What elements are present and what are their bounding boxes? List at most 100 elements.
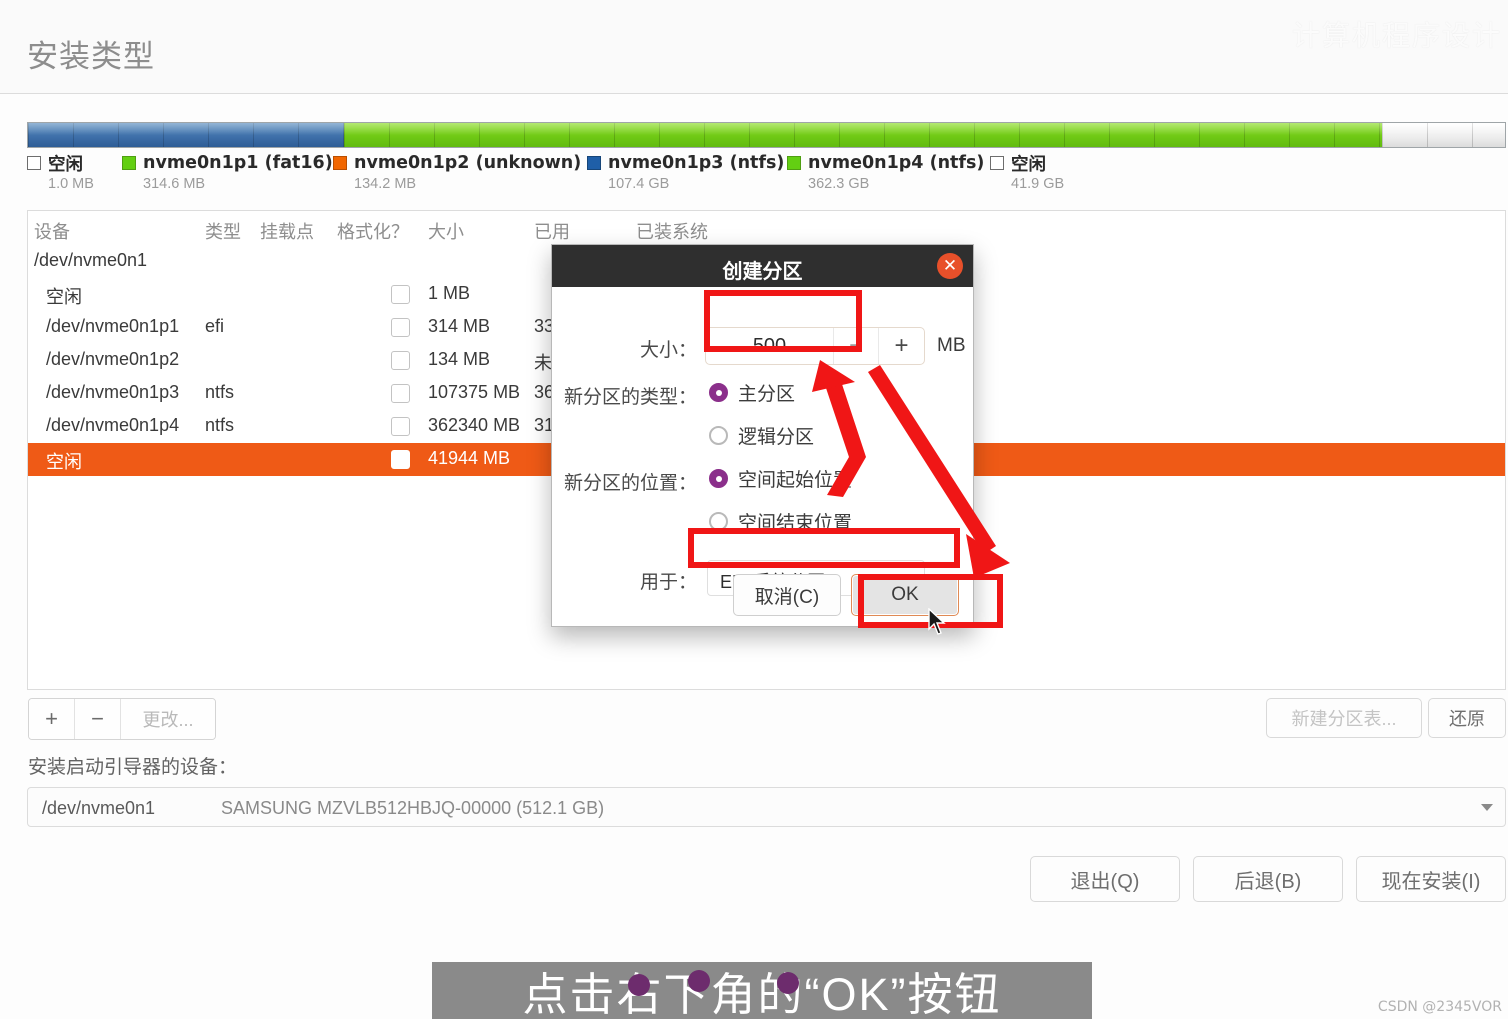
cell-size: 362340 MB [428,415,521,435]
remove-partition-button[interactable]: − [75,699,121,739]
column-header-mountpoint: 挂载点 [260,222,314,242]
cell-size: 1 MB [428,283,471,303]
installer-window: 安装类型 计算机程序设计 空闲 1.0 MB nvme0n1p1 (fat16)… [0,0,1508,1019]
caption-decor-dot [628,974,650,996]
format-checkbox[interactable] [391,450,410,469]
disk-legend: 空闲 1.0 MB nvme0n1p1 (fat16) 314.6 MB nvm… [27,153,1506,199]
quit-button[interactable]: 退出(Q) [1030,856,1180,902]
legend-size: 1.0 MB [48,176,94,192]
cell-type: ntfs [205,382,235,402]
legend-item-nvme0n1p4: nvme0n1p4 (ntfs) 362.3 GB [787,153,984,192]
format-checkbox[interactable] [391,351,410,370]
radio-label: 逻辑分区 [738,427,815,448]
annotation-box-size [704,290,862,352]
legend-swatch-blue-icon [587,156,601,170]
mouse-cursor-icon [928,608,946,635]
page-title: 安装类型 [27,39,155,74]
legend-label: nvme0n1p2 (unknown) [354,153,582,173]
legend-swatch-empty-icon [27,156,41,170]
cell-device: /dev/nvme0n1p2 [46,349,180,369]
caption-text: 点击右下角的“OK”按钮 [522,969,1002,1019]
caption-decor-dot [777,972,799,994]
chevron-down-icon [1481,804,1493,811]
segment-ticks [1382,123,1505,147]
footer-actions: 退出(Q) 后退(B) 现在安装(I) [1030,856,1506,902]
legend-label: nvme0n1p3 (ntfs) [608,153,785,173]
close-icon[interactable]: ✕ [937,253,963,279]
dialog-title-bar: 创建分区 ✕ [552,245,973,287]
cell-device: /dev/nvme0n1p4 [46,415,180,435]
legend-label: nvme0n1p4 (ntfs) [808,153,985,173]
radio-off-icon [709,426,728,445]
install-now-button[interactable]: 现在安装(I) [1356,856,1506,902]
size-field-label: 大小： [639,340,697,361]
restore-button[interactable]: 还原 [1428,698,1506,738]
annotation-box-use-as [688,528,960,568]
cell-size: 41944 MB [428,448,511,468]
watermark-bottom: CSDN @2345VOR [1377,999,1502,1015]
format-checkbox[interactable] [391,417,410,436]
radio-on-icon [709,469,728,488]
new-partition-table-button[interactable]: 新建分区表... [1266,698,1422,738]
legend-item-nvme0n1p3: nvme0n1p3 (ntfs) 107.4 GB [587,153,784,192]
column-header-size: 大小 [428,222,464,242]
size-unit-label: MB [937,335,966,356]
format-checkbox[interactable] [391,318,410,337]
cell-device: /dev/nvme0n1p3 [46,382,180,402]
caption-decor-dot [688,970,710,992]
partition-type-label: 新分区的类型： [563,387,697,408]
legend-size: 107.4 GB [608,176,670,192]
size-increment-button[interactable]: + [879,328,924,364]
cell-size: 134 MB [428,349,491,369]
cell-device: 空闲 [46,452,82,472]
disk-usage-bar [27,122,1506,148]
add-partition-button[interactable]: + [29,699,75,739]
table-header-row: 设备 类型 挂载点 格式化？ 大小 已用 已装系统 [28,211,1505,245]
cell-device: /dev/nvme0n1 [34,250,148,270]
radio-label: 主分区 [738,384,796,405]
disk-segment-free [1382,123,1505,147]
legend-swatch-empty-icon [990,156,1004,170]
cell-size: 107375 MB [428,382,521,402]
column-header-device: 设备 [34,222,70,242]
watermark-top: 计算机程序设计 [1291,20,1502,51]
bootloader-device-description: SAMSUNG MZVLB512HBJQ-00000 (512.1 GB) [221,798,605,818]
legend-label: 空闲 [48,154,83,175]
cell-type: efi [205,316,225,336]
format-checkbox[interactable] [391,285,410,304]
caption-overlay: 点击右下角的“OK”按钮 [432,962,1092,1019]
legend-swatch-orange-icon [333,156,347,170]
change-partition-button[interactable]: 更改... [121,699,215,739]
radio-label: 空间起始位置 [738,470,853,491]
legend-item-free-2: 空闲 41.9 GB [990,153,1064,192]
cancel-button[interactable]: 取消(C) [733,574,841,616]
legend-item-free-1: 空闲 1.0 MB [27,153,94,192]
disk-segment-nvme0n1p3 [28,123,345,147]
cell-size: 314 MB [428,316,491,336]
window-header: 安装类型 计算机程序设计 [0,0,1508,94]
segment-ticks [28,123,345,147]
bootloader-device-name: /dev/nvme0n1 [42,798,156,818]
column-header-used: 已用 [534,222,570,242]
bootloader-device-select[interactable]: /dev/nvme0n1 SAMSUNG MZVLB512HBJQ-00000 … [27,787,1506,827]
radio-on-icon [709,383,728,402]
legend-swatch-green-icon [122,156,136,170]
column-header-system: 已装系统 [636,222,708,242]
column-header-format: 格式化？ [337,222,409,242]
column-header-type: 类型 [205,222,241,242]
cell-used: 未 [534,353,552,373]
cell-type: ntfs [205,415,235,435]
disk-segment-nvme0n1p4 [344,123,1383,147]
radio-location-beginning[interactable]: 空间起始位置 [709,465,852,492]
legend-size: 41.9 GB [1011,176,1065,192]
cell-device: 空闲 [46,287,82,307]
radio-logical-partition[interactable]: 逻辑分区 [709,422,814,449]
legend-size: 362.3 GB [808,176,870,192]
legend-item-nvme0n1p1: nvme0n1p1 (fat16) 314.6 MB [122,153,333,192]
segment-ticks [344,123,1383,147]
bootloader-label: 安装启动引导器的设备： [28,757,238,778]
partition-actions-toolbar: + − 更改... [28,698,216,740]
radio-primary-partition[interactable]: 主分区 [709,379,795,406]
format-checkbox[interactable] [391,384,410,403]
back-button[interactable]: 后退(B) [1193,856,1343,902]
